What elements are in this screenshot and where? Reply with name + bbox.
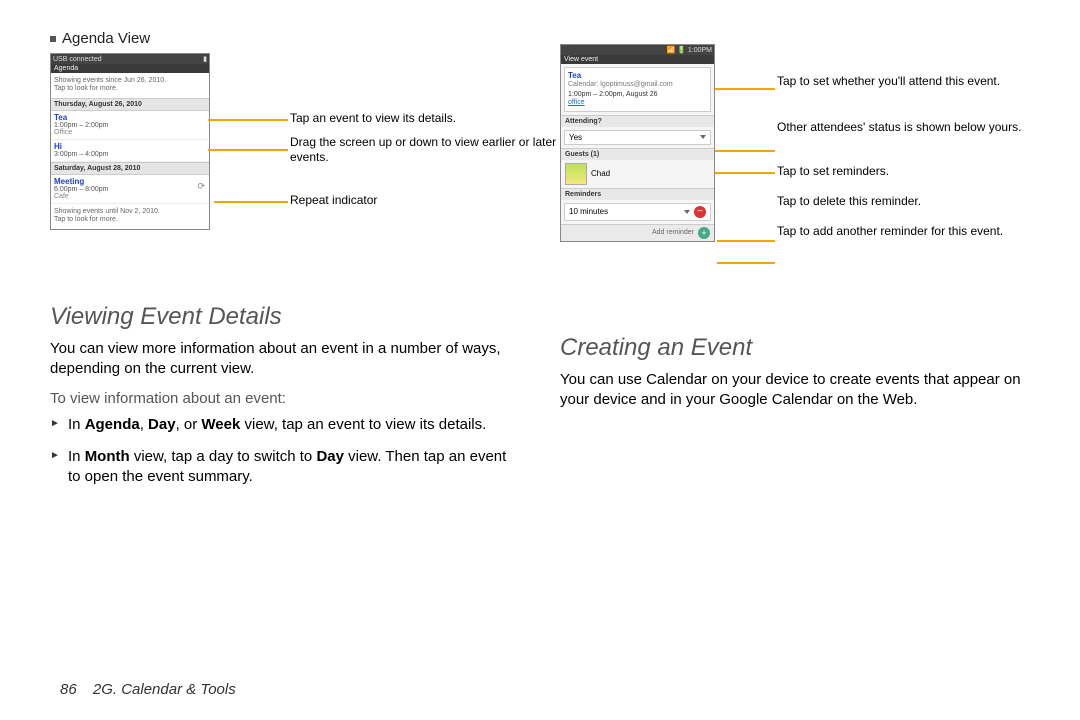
agenda-view-label: Agenda View	[62, 30, 150, 47]
attending-section-label: Attending?	[561, 115, 714, 127]
section-name: 2G. Calendar & Tools	[93, 681, 236, 698]
creating-para: You can use Calendar on your device to c…	[560, 370, 1030, 411]
callout-r2: Other attendees' status is shown below y…	[777, 120, 1077, 135]
view-event-header: View event	[561, 55, 714, 64]
attending-value: Yes	[569, 133, 582, 142]
callout-leader	[715, 88, 775, 90]
callout-leader	[717, 240, 775, 242]
add-reminder-label: Add reminder	[652, 229, 694, 236]
callout-r4: Tap to delete this reminder.	[777, 194, 1077, 209]
guest-row: Chad	[565, 163, 710, 185]
callout-r5: Tap to add another reminder for this eve…	[777, 224, 1077, 239]
callout-leader	[208, 149, 288, 151]
chevron-down-icon	[684, 210, 690, 214]
event-detail-phone-screenshot: 📶🔋1:00PM View event Tea Calendar: lgopti…	[560, 44, 715, 242]
callout-leader	[208, 119, 288, 121]
bullet-square	[50, 36, 56, 42]
delete-reminder-icon[interactable]: −	[694, 206, 706, 218]
agenda-event-hi: Hi 3:00pm – 4:00pm	[51, 140, 209, 162]
creating-event-heading: Creating an Event	[560, 334, 1030, 362]
plus-icon: +	[698, 227, 710, 239]
viewing-subhead: To view information about an event:	[50, 390, 520, 407]
agenda-day-1: Thursday, August 26, 2010	[51, 98, 209, 111]
repeat-icon: ⟳	[197, 181, 205, 192]
attending-dropdown[interactable]: Yes	[564, 130, 711, 145]
reminder-value: 10 minutes	[569, 207, 608, 216]
callout-1: Tap an event to view its details.	[290, 111, 570, 126]
agenda-phone-screenshot: USB connected ▮ Agenda Showing events si…	[50, 53, 210, 230]
avatar	[565, 163, 587, 185]
callout-leader	[715, 172, 775, 174]
status-text: USB connected	[53, 56, 102, 63]
chevron-down-icon	[700, 135, 706, 139]
callout-leader	[717, 262, 775, 264]
add-reminder-row[interactable]: Add reminder +	[561, 224, 714, 241]
reminders-section-label: Reminders	[561, 188, 714, 200]
viewing-event-details-heading: Viewing Event Details	[50, 303, 520, 331]
agenda-top-info: Showing events since Jun 26, 2010. Tap t…	[51, 73, 209, 98]
page-number: 86	[60, 681, 77, 698]
agenda-header: Agenda	[51, 64, 209, 73]
page-footer: 86 2G. Calendar & Tools	[60, 681, 236, 698]
agenda-view-heading: Agenda View	[50, 30, 520, 47]
callout-3: Repeat indicator	[290, 193, 570, 208]
callout-leader	[214, 201, 288, 203]
callout-2: Drag the screen up or down to view earli…	[290, 135, 570, 165]
status-bar: 📶🔋1:00PM	[561, 45, 714, 55]
agenda-day-2: Saturday, August 28, 2010	[51, 162, 209, 175]
event-card: Tea Calendar: lgoptimuss@gmail.com 1:00p…	[564, 67, 711, 112]
callout-r1: Tap to set whether you'll attend this ev…	[777, 74, 1077, 89]
callout-r3: Tap to set reminders.	[777, 164, 1077, 179]
step-2: In Month view, tap a day to switch to Da…	[68, 447, 520, 488]
agenda-bottom-info: Showing events until Nov 2, 2010. Tap to…	[51, 204, 209, 229]
agenda-event-meeting: Meeting 6:00pm – 8:00pm Cafe ⟳	[51, 175, 209, 204]
guests-section-label: Guests (1)	[561, 148, 714, 160]
guest-name: Chad	[591, 169, 610, 178]
viewing-para: You can view more information about an e…	[50, 339, 520, 380]
agenda-event-tea: Tea 1:00pm – 2:00pm Office	[51, 111, 209, 140]
status-time: 1:00PM	[688, 47, 712, 54]
step-1: In Agenda, Day, or Week view, tap an eve…	[68, 415, 520, 435]
status-bar: USB connected ▮	[51, 54, 209, 64]
reminder-row[interactable]: 10 minutes −	[564, 203, 711, 221]
callout-leader	[715, 150, 775, 152]
